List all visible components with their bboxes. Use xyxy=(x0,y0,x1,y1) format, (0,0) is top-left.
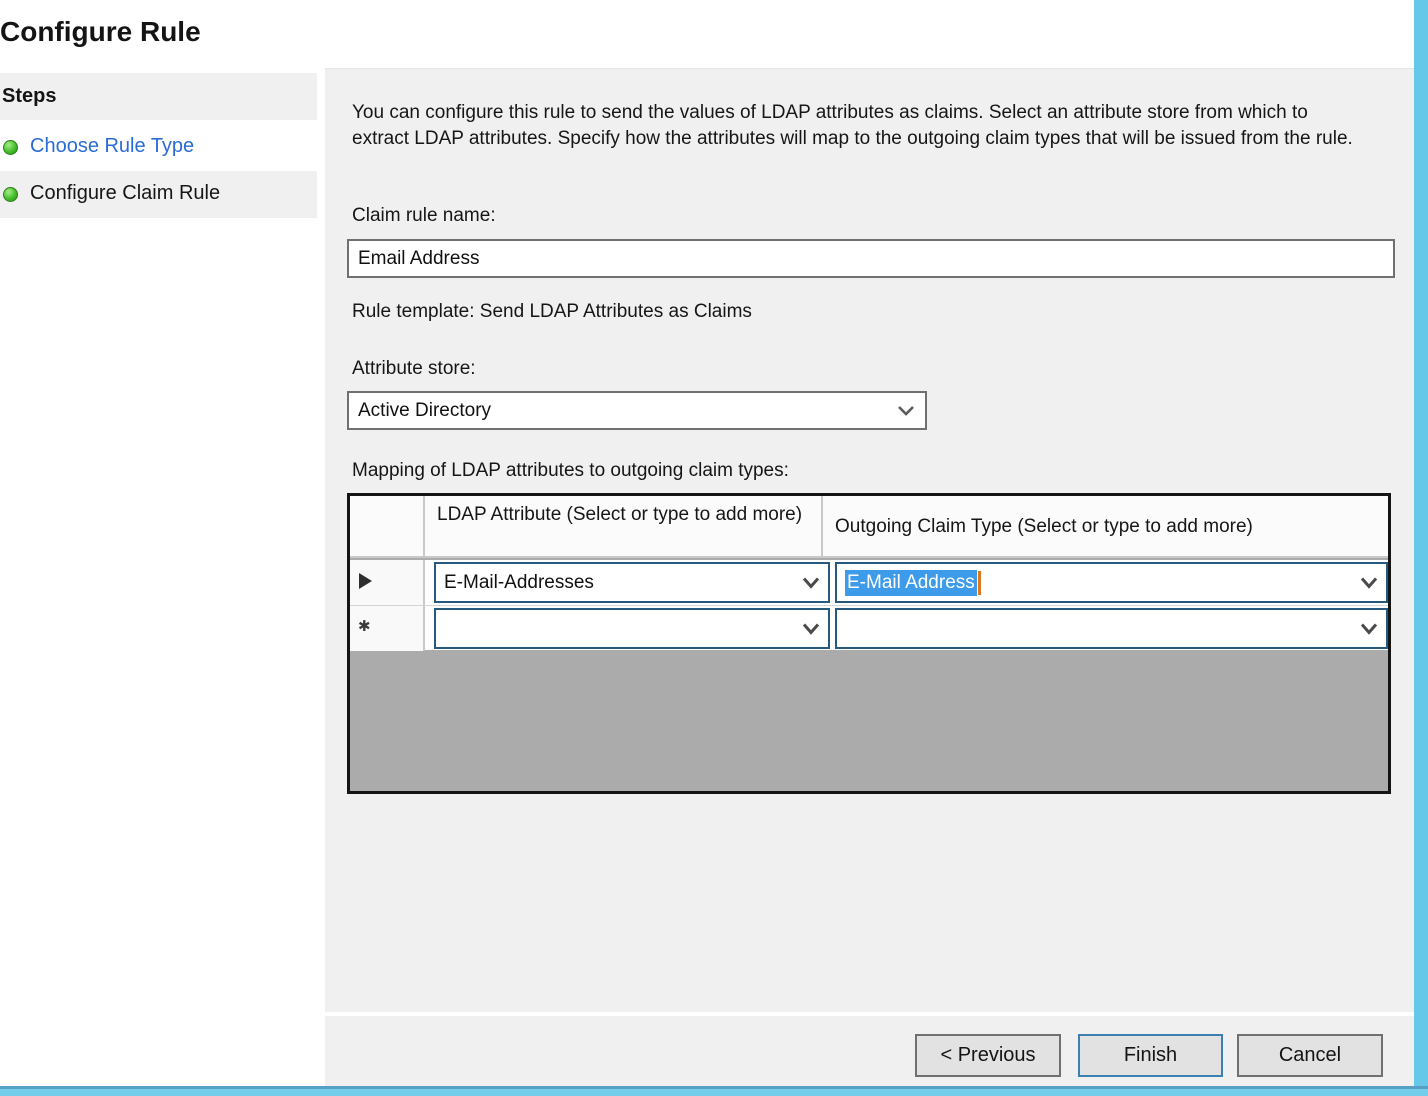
steps-header-label: Steps xyxy=(2,85,56,108)
rule-template-text: Rule template: Send LDAP Attributes as C… xyxy=(352,301,752,323)
grid-header-marker xyxy=(350,496,425,556)
page-title: Configure Rule xyxy=(0,16,201,48)
chevron-down-icon xyxy=(1360,622,1378,635)
current-row-icon xyxy=(359,573,372,589)
window-edge-right xyxy=(1414,0,1428,1096)
green-dot-icon xyxy=(3,187,18,202)
new-row-icon: ✱ xyxy=(358,617,371,635)
sidebar-item-configure-claim-rule[interactable]: Configure Claim Rule xyxy=(0,171,317,218)
step-label: Configure Claim Rule xyxy=(30,182,220,205)
ldap-attribute-value: E-Mail-Addresses xyxy=(444,572,594,594)
green-dot-icon xyxy=(3,140,18,155)
claim-rule-name-input[interactable] xyxy=(347,239,1395,278)
outgoing-claim-type-select-row2[interactable] xyxy=(835,608,1388,649)
chevron-down-icon xyxy=(1360,576,1378,589)
ldap-attribute-select-row1[interactable]: E-Mail-Addresses xyxy=(434,562,830,603)
claim-rule-name-label: Claim rule name: xyxy=(352,205,496,227)
grid-header-outgoing-claim-type: Outgoing Claim Type (Select or type to a… xyxy=(823,496,1388,556)
attribute-store-select[interactable]: Active Directory xyxy=(347,391,927,430)
finish-button[interactable]: Finish xyxy=(1078,1034,1223,1077)
grid-header-row: LDAP Attribute (Select or type to add mo… xyxy=(350,496,1388,558)
cancel-button[interactable]: Cancel xyxy=(1237,1034,1383,1077)
footer-divider xyxy=(325,1012,1414,1016)
title-bar: Configure Rule xyxy=(0,0,1414,68)
chevron-down-icon xyxy=(802,622,820,635)
selected-text: E-Mail Address xyxy=(845,570,977,596)
text-caret xyxy=(978,571,981,595)
grid-empty-area xyxy=(350,651,1388,791)
ldap-attribute-select-row2[interactable] xyxy=(434,608,830,649)
rule-description-text: You can configure this rule to send the … xyxy=(352,100,1368,152)
chevron-down-icon xyxy=(897,405,915,417)
row-selector-cell[interactable]: ✱ xyxy=(350,606,425,651)
outgoing-claim-type-select-row1[interactable]: E-Mail Address xyxy=(835,562,1388,603)
attribute-store-value: Active Directory xyxy=(358,400,491,422)
chevron-down-icon xyxy=(802,576,820,589)
mapping-label: Mapping of LDAP attributes to outgoing c… xyxy=(352,460,789,482)
attribute-store-label: Attribute store: xyxy=(352,358,476,380)
grid-row-new: ✱ xyxy=(350,605,1388,650)
grid-row-1: E-Mail-Addresses E-Mail Address xyxy=(350,560,1388,605)
outgoing-claim-type-value: E-Mail Address xyxy=(845,571,981,595)
grid-header-ldap-attribute: LDAP Attribute (Select or type to add mo… xyxy=(425,496,823,556)
step-label: Choose Rule Type xyxy=(30,135,194,158)
steps-panel-header: Steps xyxy=(0,73,317,120)
ldap-mapping-grid: LDAP Attribute (Select or type to add mo… xyxy=(347,493,1391,794)
window-edge-bottom xyxy=(0,1086,1428,1096)
configure-rule-wizard: Configure Rule Steps Choose Rule Type Co… xyxy=(0,0,1428,1096)
sidebar-item-choose-rule-type[interactable]: Choose Rule Type xyxy=(0,124,317,171)
previous-button[interactable]: < Previous xyxy=(915,1034,1061,1077)
row-selector-cell[interactable] xyxy=(350,560,425,605)
